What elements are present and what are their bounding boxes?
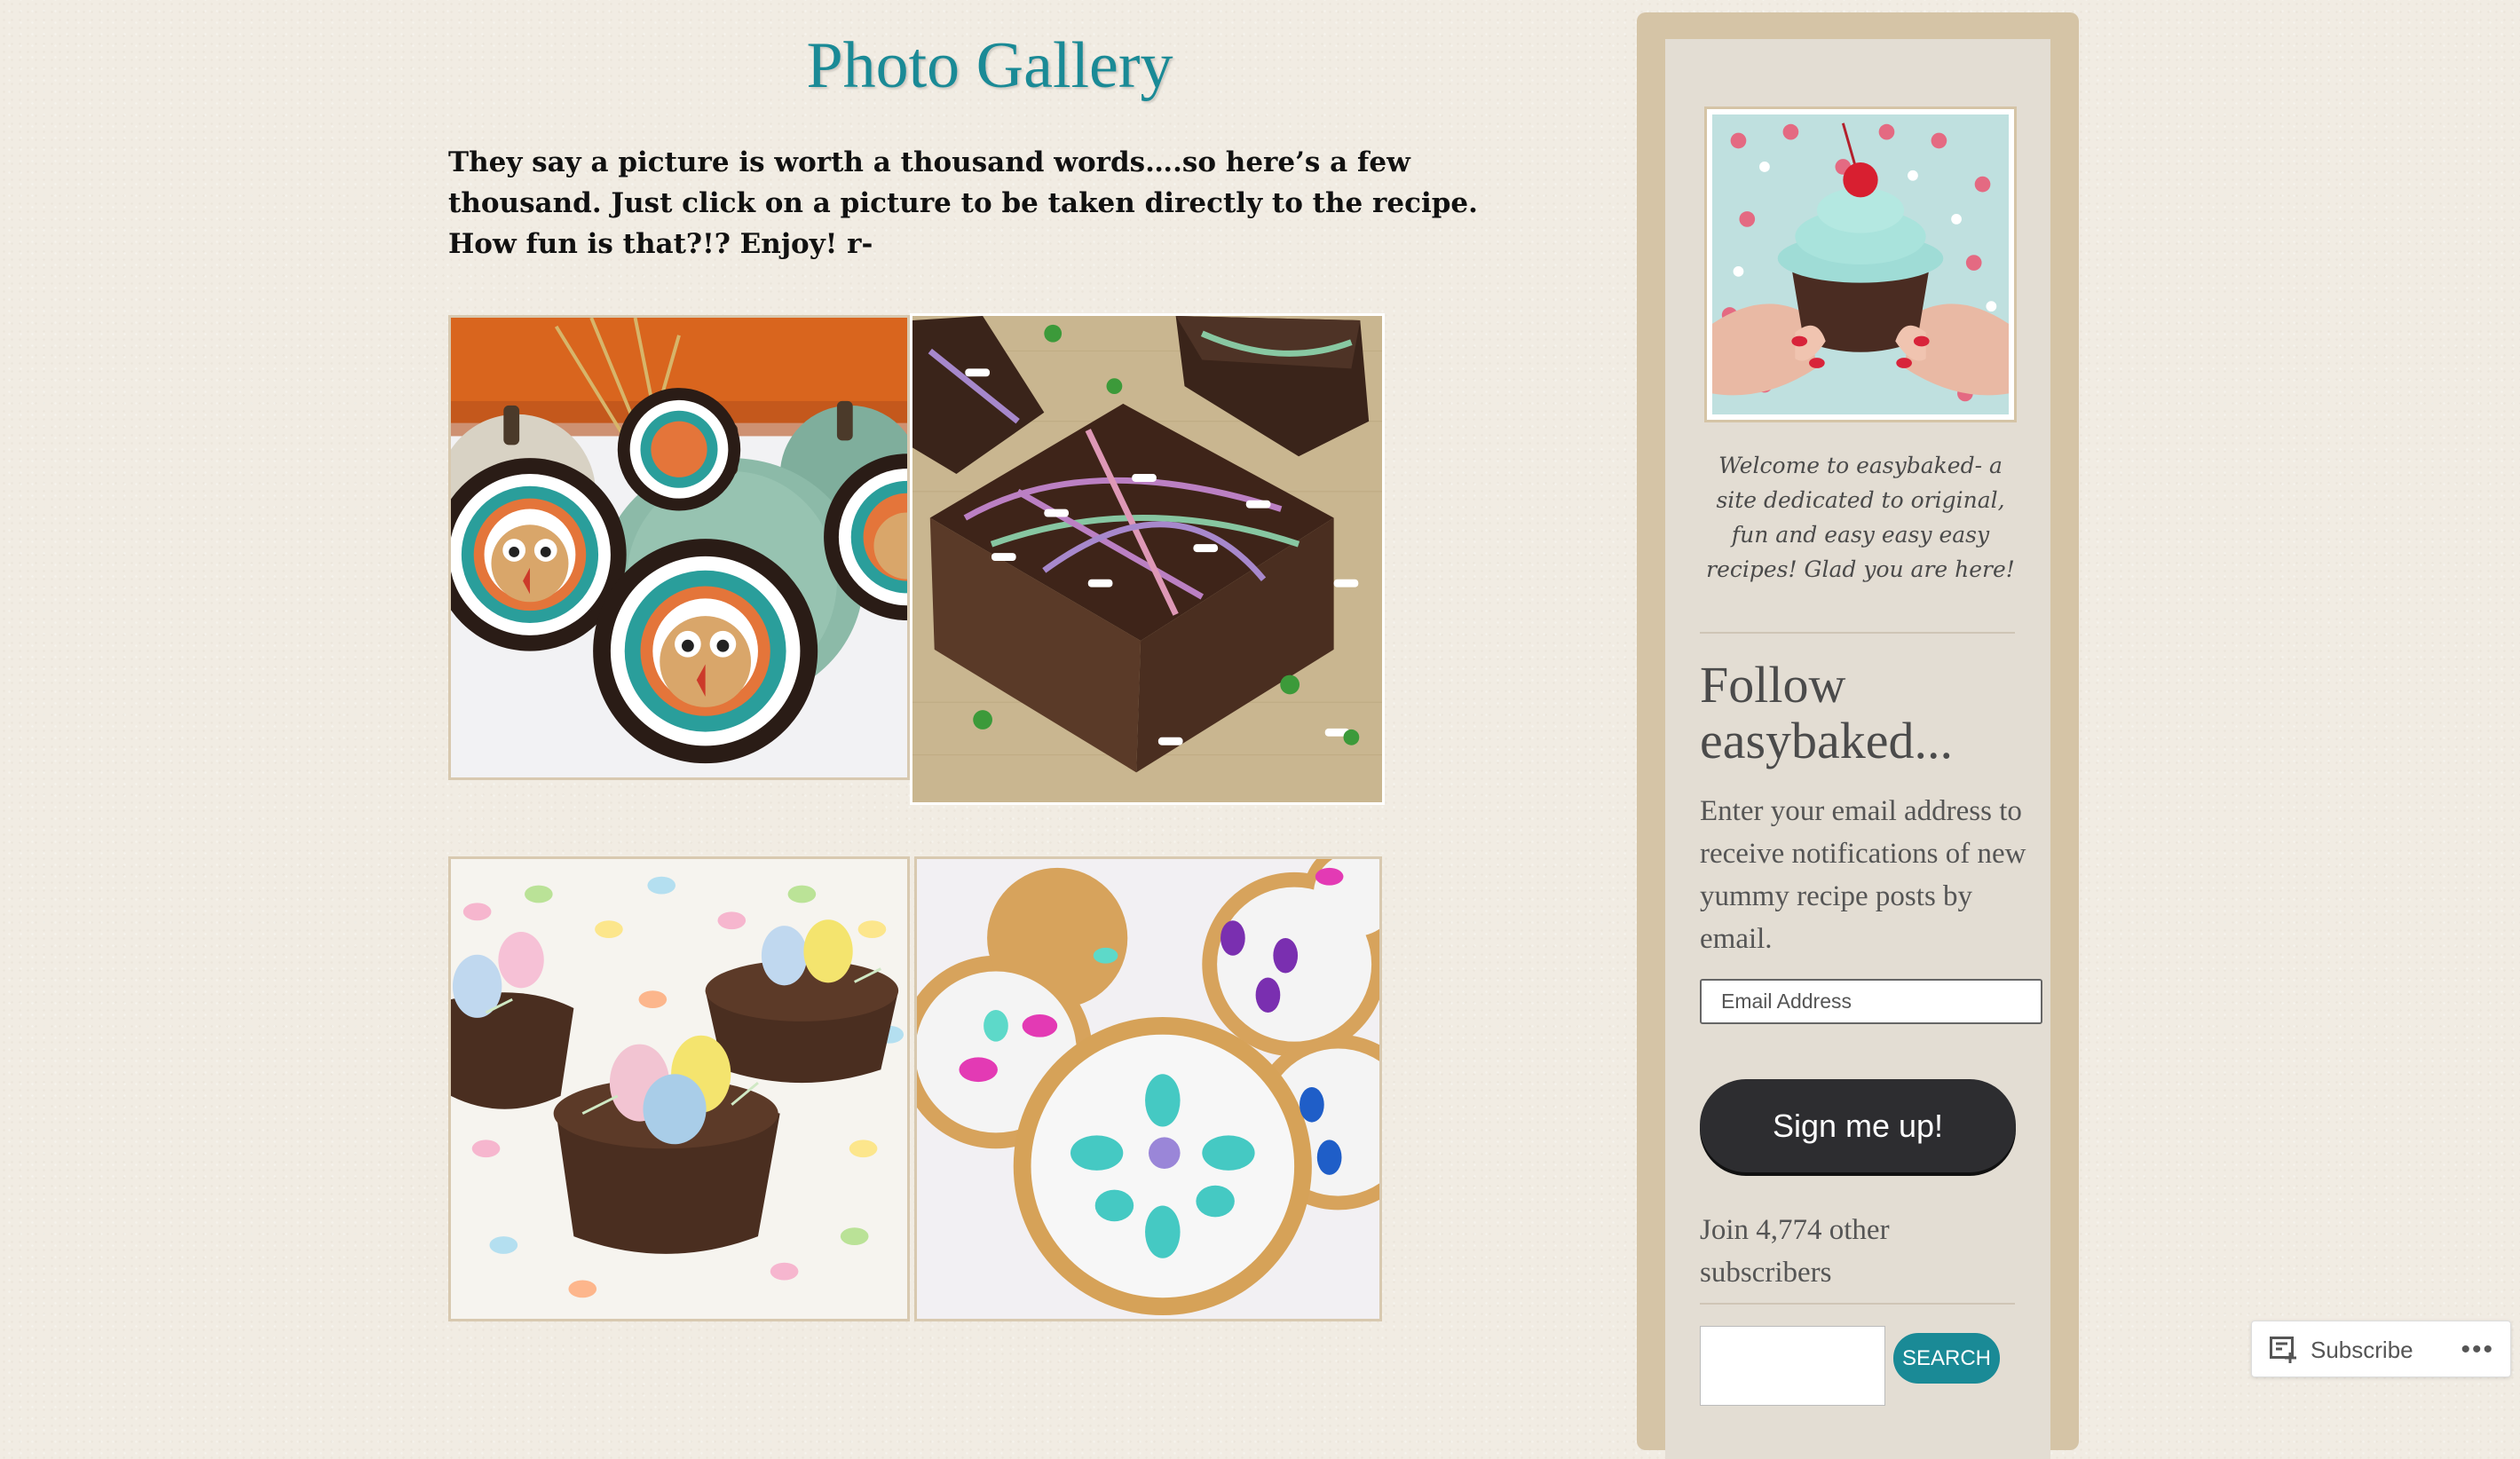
subscribe-label: Subscribe: [2311, 1336, 2413, 1363]
page-title: Photo Gallery: [806, 29, 1173, 102]
gallery-photo-easter-cookies[interactable]: [914, 856, 1382, 1321]
gallery-photo-turkey-cookies[interactable]: [448, 315, 910, 780]
sign-up-button[interactable]: Sign me up!: [1700, 1079, 2016, 1172]
gallery-photo-halloween-brownies[interactable]: [910, 313, 1385, 805]
floating-subscribe-bar: Subscribe •••: [2251, 1321, 2511, 1377]
search-input[interactable]: [1700, 1326, 1885, 1406]
brownies-image: [912, 316, 1382, 802]
email-field[interactable]: [1700, 979, 2042, 1024]
blog-avatar-image[interactable]: [1704, 106, 2017, 422]
cookies-image: [917, 859, 1379, 1319]
search-button[interactable]: SEARCH: [1893, 1333, 2000, 1384]
follow-description: Enter your email address to receive noti…: [1700, 795, 2026, 955]
subscriber-count-text: Join 4,774 other subscribers: [1700, 1214, 1890, 1289]
subscribe-button[interactable]: Subscribe: [2270, 1332, 2413, 1368]
intro-text: They say a picture is worth a thousand w…: [448, 146, 1478, 260]
nests-image: [451, 859, 907, 1319]
sidebar-divider: [1700, 632, 2015, 634]
gallery-photo-easter-nests[interactable]: [448, 856, 910, 1321]
more-options-button[interactable]: •••: [2461, 1332, 2494, 1368]
reader-subscribe-icon: [2270, 1337, 2296, 1363]
turkey-cookies-image: [451, 318, 907, 777]
sidebar-divider-2: [1700, 1303, 2015, 1305]
follow-title: Follow easybaked...: [1700, 656, 1954, 769]
welcome-text: Welcome to easybaked- a site dedicated t…: [1706, 453, 2015, 582]
